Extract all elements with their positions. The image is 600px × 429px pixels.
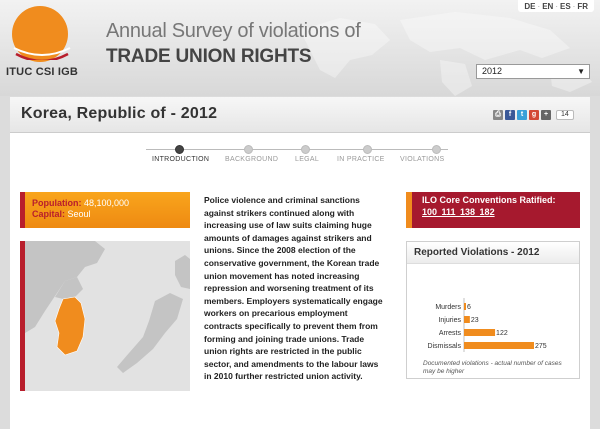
- site-title-line1: Annual Survey of violations of: [106, 20, 361, 42]
- reported-violations-box: Reported Violations - 2012 Murders 6 Injur…: [406, 241, 580, 379]
- bar-label-arrests: Arrests: [439, 330, 462, 337]
- population-label: Population:: [32, 198, 82, 208]
- country-title-bar: Korea, Republic of - 2012 ⎙ f t g + 14: [10, 97, 590, 133]
- bar-label-dismissals: Dismissals: [428, 343, 462, 350]
- tab-introduction[interactable]: INTRODUCTION: [152, 156, 209, 163]
- lang-separator: ·: [572, 1, 576, 11]
- ilo-title: ILO Core Conventions Ratified:: [422, 195, 556, 205]
- tab-legal[interactable]: LEGAL: [295, 156, 319, 163]
- share-more-icon[interactable]: +: [541, 110, 551, 120]
- lang-en[interactable]: EN: [542, 2, 553, 11]
- ilo-conventions-link[interactable]: 100 111 138 182: [422, 207, 580, 217]
- tab-in-practice-dot[interactable]: [363, 145, 372, 154]
- bar-dismissals[interactable]: [464, 342, 534, 349]
- world-map-background: [300, 12, 592, 96]
- lang-separator: ·: [537, 1, 541, 11]
- print-icon[interactable]: ⎙: [493, 110, 503, 120]
- google-plus-icon[interactable]: g: [529, 110, 539, 120]
- bar-label-murders: Murders: [435, 304, 461, 311]
- bar-murders[interactable]: [464, 303, 466, 310]
- tab-in-practice[interactable]: IN PRACTICE: [337, 156, 385, 163]
- site-title-line2: TRADE UNION RIGHTS: [106, 46, 312, 67]
- ilo-conventions-box: ILO Core Conventions Ratified: 100 111 1…: [406, 192, 580, 228]
- page-title: Korea, Republic of - 2012: [21, 105, 218, 122]
- population-value: 48,100,000: [84, 198, 130, 208]
- bar-value-injuries: 23: [471, 317, 479, 324]
- bar-injuries[interactable]: [464, 316, 470, 323]
- tab-violations[interactable]: VIOLATIONS: [400, 156, 445, 163]
- tab-legal-dot[interactable]: [301, 145, 310, 154]
- violations-note: Documented violations - actual number of…: [423, 360, 562, 375]
- tabs-track: [146, 149, 448, 150]
- lang-fr[interactable]: FR: [577, 2, 588, 11]
- country-panel: Korea, Republic of - 2012 ⎙ f t g + 14 I…: [10, 97, 590, 429]
- chevron-down-icon: ▼: [577, 67, 585, 76]
- bar-value-arrests: 122: [496, 330, 508, 337]
- tab-introduction-dot[interactable]: [175, 145, 184, 154]
- lang-es[interactable]: ES: [560, 2, 571, 11]
- share-count: 14: [556, 110, 574, 120]
- korea-map-image: [25, 241, 190, 391]
- logo-text: ITUC CSI IGB: [6, 66, 79, 78]
- facebook-icon[interactable]: f: [505, 110, 515, 120]
- capital-label: Capital:: [32, 209, 66, 219]
- language-switcher: DE · EN · ES · FR: [518, 0, 594, 12]
- bar-arrests[interactable]: [464, 329, 496, 336]
- twitter-icon[interactable]: t: [517, 110, 527, 120]
- site-header: ITUC CSI IGB Annual Survey of violations…: [0, 0, 600, 96]
- capital-value: Seoul: [67, 209, 91, 219]
- bar-value-murders: 6: [467, 304, 471, 311]
- country-map: [20, 241, 190, 391]
- country-facts: Population: 48,100,000 Capital: Seoul: [20, 192, 190, 228]
- tab-background-dot[interactable]: [244, 145, 253, 154]
- bar-value-dismissals: 275: [535, 343, 547, 350]
- share-toolbar: ⎙ f t g + 14: [493, 110, 574, 120]
- year-select[interactable]: 2012 ▼: [476, 64, 590, 79]
- violations-title: Reported Violations - 2012: [407, 242, 579, 264]
- tab-violations-dot[interactable]: [432, 145, 441, 154]
- lang-de[interactable]: DE: [524, 2, 535, 11]
- logo-arc-icon: [13, 47, 71, 60]
- introduction-text: Police violence and criminal sanctions a…: [204, 195, 383, 382]
- year-select-value: 2012: [482, 66, 503, 76]
- bar-label-injuries: Injuries: [438, 317, 461, 324]
- lang-separator: ·: [555, 1, 558, 11]
- tab-background[interactable]: BACKGROUND: [225, 156, 278, 163]
